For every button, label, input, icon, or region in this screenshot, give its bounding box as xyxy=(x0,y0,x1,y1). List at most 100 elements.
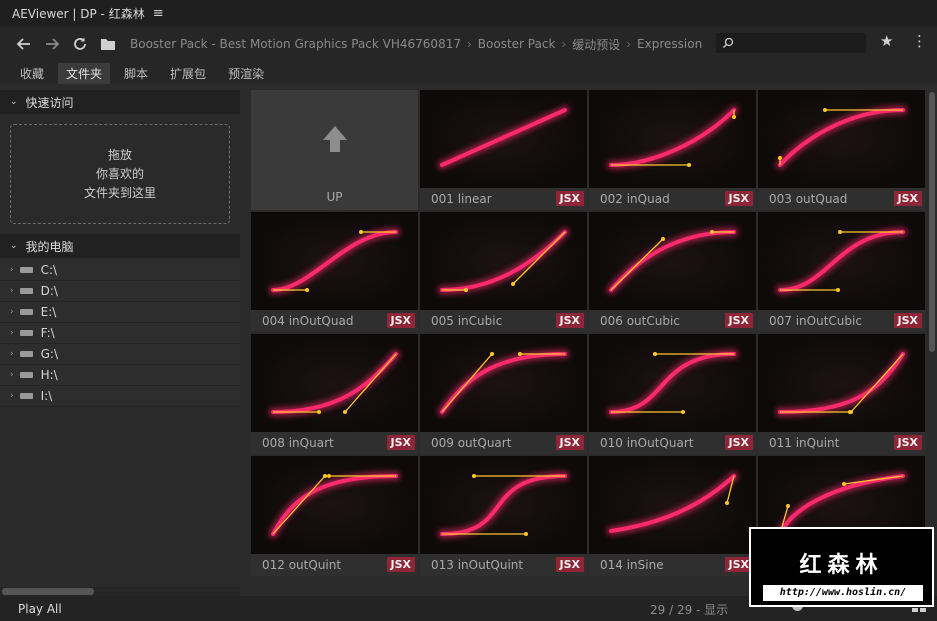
hamburger-icon[interactable]: ≡ xyxy=(153,6,164,21)
drive-item-h[interactable]: › H:\ xyxy=(0,365,240,386)
drive-item-c[interactable]: › C:\ xyxy=(0,260,240,281)
preset-tile[interactable]: 005 inCubic JSX xyxy=(420,212,587,332)
drop-zone-text: 拖放 xyxy=(107,147,132,162)
breadcrumb-item[interactable]: 缓动预设 xyxy=(572,36,620,53)
favorites-drop-zone[interactable]: 拖放 你喜欢的 文件夹到这里 xyxy=(10,124,230,224)
drop-zone-text: 文件夹到这里 xyxy=(83,185,156,200)
easing-curve-graphic xyxy=(437,349,570,417)
star-icon[interactable]: ★ xyxy=(880,32,893,50)
drive-icon xyxy=(19,351,33,357)
breadcrumb-item[interactable]: Booster Pack xyxy=(478,37,556,51)
search-box[interactable] xyxy=(716,33,866,53)
preset-tile[interactable]: 009 outQuart JSX xyxy=(420,334,587,454)
grid-vertical-scrollbar[interactable] xyxy=(927,90,937,596)
my-computer-header[interactable]: ⌄ 我的电脑 xyxy=(0,234,240,258)
refresh-button[interactable] xyxy=(66,30,94,58)
curve-preview xyxy=(589,212,756,310)
easing-curve-graphic xyxy=(775,349,908,417)
drive-label: D:\ xyxy=(40,284,58,298)
watermark-title: 红森林 xyxy=(799,553,884,578)
preset-tile[interactable]: 003 outQuad JSX xyxy=(758,90,925,210)
tab-folders[interactable]: 文件夹 xyxy=(58,62,111,84)
jsx-badge: JSX xyxy=(724,191,753,206)
up-folder-tile[interactable]: UP xyxy=(251,90,418,210)
more-vertical-icon[interactable]: ⋮ xyxy=(912,32,927,50)
easing-curve-graphic xyxy=(775,105,908,170)
easing-curve-graphic xyxy=(437,105,570,170)
easing-curve-graphic xyxy=(437,227,570,295)
quick-access-label: 快速访问 xyxy=(25,95,74,110)
forward-button[interactable] xyxy=(38,30,66,58)
easing-curve-graphic xyxy=(606,471,739,536)
preset-tile[interactable]: 002 inQuad JSX xyxy=(589,90,756,210)
drive-item-e[interactable]: › E:\ xyxy=(0,302,240,323)
arrow-up-icon xyxy=(323,126,347,152)
search-icon xyxy=(723,37,734,48)
preset-tile[interactable]: 001 linear JSX xyxy=(420,90,587,210)
easing-curve-graphic xyxy=(268,471,401,539)
jsx-badge: JSX xyxy=(386,313,415,328)
preset-tile[interactable]: 007 inOutCubic JSX xyxy=(758,212,925,332)
curve-preview xyxy=(758,90,925,188)
drive-item-f[interactable]: › F:\ xyxy=(0,323,240,344)
easing-curve-graphic xyxy=(775,227,908,295)
preset-tile[interactable]: 011 inQuint JSX xyxy=(758,334,925,454)
drive-item-d[interactable]: › D:\ xyxy=(0,281,240,302)
jsx-badge: JSX xyxy=(724,313,753,328)
chevron-right-icon: › xyxy=(10,328,14,338)
drive-list: › C:\ › D:\ › E:\ › F:\ › G:\ › H:\ › I:\ xyxy=(0,260,240,407)
preset-tile[interactable]: 004 inOutQuad JSX xyxy=(251,212,418,332)
jsx-badge: JSX xyxy=(386,435,415,450)
sidebar-horizontal-scrollbar[interactable] xyxy=(0,587,240,596)
preset-grid-area: UP 001 linear JSX 002 inQuad JSX 003 out… xyxy=(251,90,927,596)
jsx-badge: JSX xyxy=(555,191,584,206)
curve-preview xyxy=(251,456,418,554)
tab-prerender[interactable]: 预渲染 xyxy=(220,63,272,84)
jsx-badge: JSX xyxy=(555,557,584,572)
drop-zone-text: 你喜欢的 xyxy=(95,166,144,181)
curve-preview xyxy=(589,90,756,188)
curve-preview xyxy=(758,212,925,310)
drive-item-i[interactable]: › I:\ xyxy=(0,386,240,407)
drive-label: F:\ xyxy=(40,326,55,340)
preset-tile[interactable]: 013 inOutQuint JSX xyxy=(420,456,587,576)
tab-favorites[interactable]: 收藏 xyxy=(12,63,52,84)
arrow-right-icon xyxy=(46,38,60,50)
item-count: 29 / 29 - 显示 xyxy=(650,603,729,617)
chevron-right-icon: › xyxy=(10,286,14,296)
drive-label: I:\ xyxy=(40,389,53,403)
back-button[interactable] xyxy=(10,30,38,58)
quick-access-header[interactable]: ⌄ 快速访问 xyxy=(0,90,240,114)
tab-scripts[interactable]: 脚本 xyxy=(116,63,156,84)
search-input[interactable] xyxy=(738,36,858,50)
easing-curve-graphic xyxy=(437,471,570,539)
preset-tile[interactable]: 008 inQuart JSX xyxy=(251,334,418,454)
easing-curve-graphic xyxy=(606,349,739,417)
breadcrumb-item[interactable]: Expression xyxy=(637,37,702,51)
chevron-right-icon: › xyxy=(10,265,14,275)
drive-item-g[interactable]: › G:\ xyxy=(0,344,240,365)
breadcrumb-item[interactable]: Booster Pack - Best Motion Graphics Pack… xyxy=(130,37,461,51)
easing-curve-graphic xyxy=(606,227,739,295)
play-all-button[interactable]: Play All xyxy=(18,602,62,616)
drive-icon xyxy=(19,372,33,378)
drive-icon xyxy=(19,393,33,399)
chevron-right-icon: › xyxy=(626,37,632,51)
preset-tile[interactable]: 006 outCubic JSX xyxy=(589,212,756,332)
chevron-right-icon: › xyxy=(10,391,14,401)
preset-tile[interactable]: 010 inOutQuart JSX xyxy=(589,334,756,454)
nav-bar: Booster Pack - Best Motion Graphics Pack… xyxy=(0,26,937,62)
drive-label: C:\ xyxy=(40,263,58,277)
scrollbar-thumb[interactable] xyxy=(2,588,94,595)
folder-button[interactable] xyxy=(94,30,122,58)
drive-icon xyxy=(19,288,33,294)
curve-preview xyxy=(420,334,587,432)
drive-label: E:\ xyxy=(40,305,57,319)
my-computer-label: 我的电脑 xyxy=(25,239,74,254)
tab-extensions[interactable]: 扩展包 xyxy=(162,63,214,84)
chevron-right-icon: › xyxy=(561,37,567,51)
chevron-right-icon: › xyxy=(10,349,14,359)
scrollbar-thumb[interactable] xyxy=(929,92,935,352)
preset-tile[interactable]: 012 outQuint JSX xyxy=(251,456,418,576)
preset-tile[interactable]: 014 inSine JSX xyxy=(589,456,756,576)
